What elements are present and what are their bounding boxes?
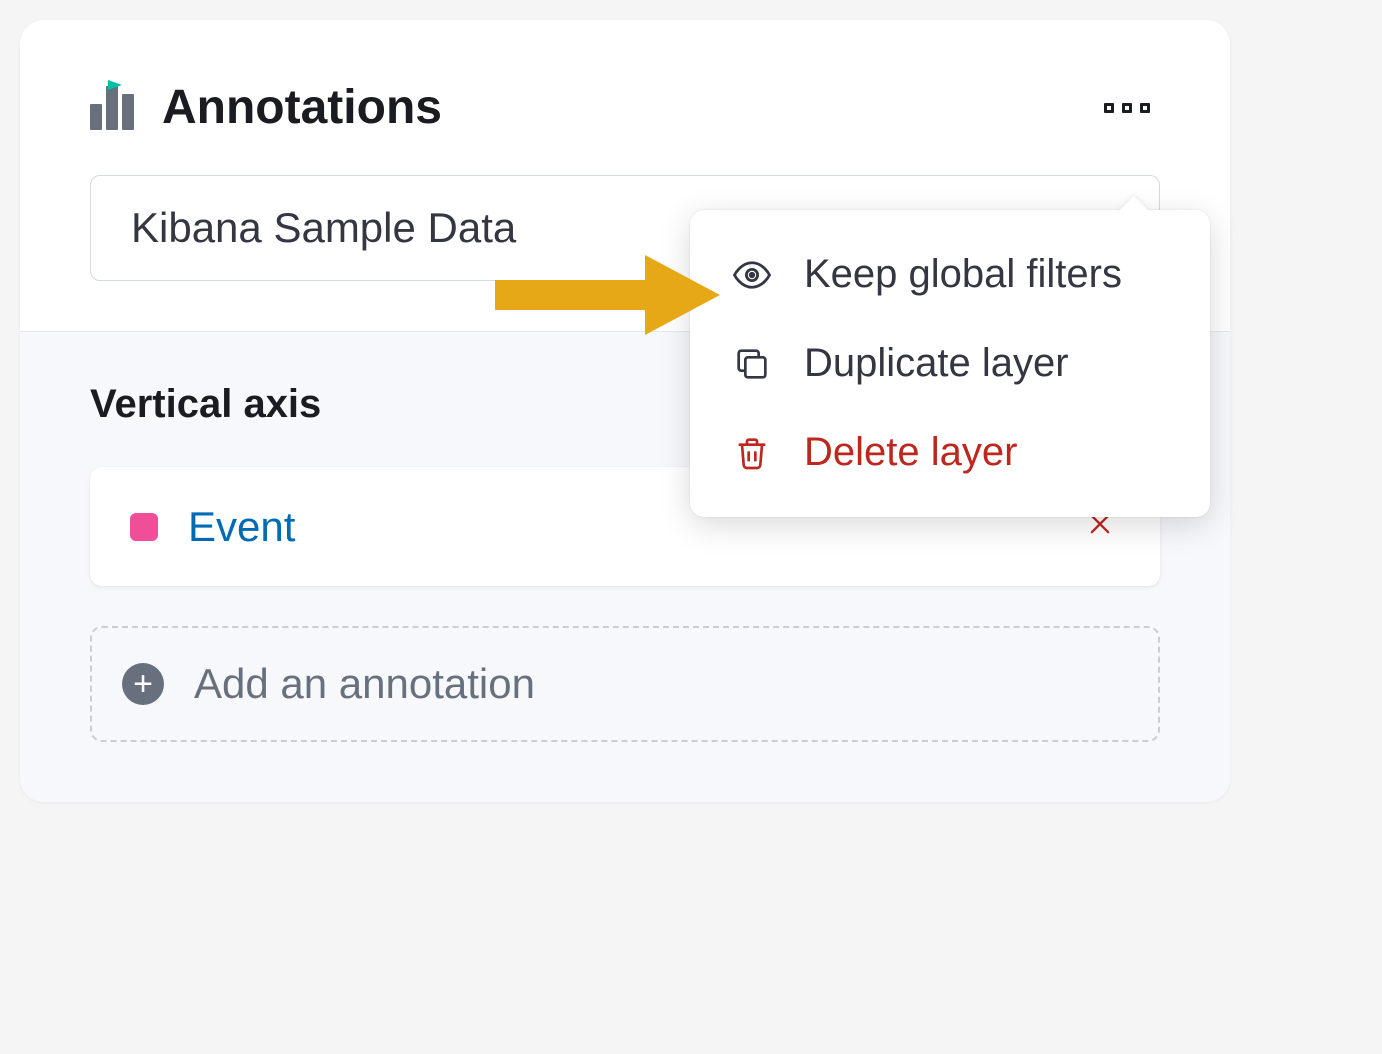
eye-icon	[730, 253, 774, 297]
annotation-color-swatch	[130, 513, 158, 541]
menu-label: Duplicate layer	[804, 341, 1069, 386]
menu-label: Keep global filters	[804, 252, 1122, 297]
trash-icon	[730, 431, 774, 475]
add-annotation-label: Add an annotation	[194, 660, 535, 708]
title-group: Annotations	[90, 80, 442, 135]
annotation-label: Event	[188, 503, 295, 551]
panel-title: Annotations	[162, 80, 442, 135]
annotation-item-left: Event	[130, 503, 295, 551]
layer-actions-button[interactable]	[1094, 93, 1160, 123]
menu-duplicate-layer[interactable]: Duplicate layer	[690, 319, 1210, 408]
copy-icon	[730, 342, 774, 386]
panel-header: Annotations	[20, 20, 1230, 175]
layer-actions-menu: Keep global filters Duplicate layer	[690, 210, 1210, 517]
annotations-chart-icon	[90, 86, 134, 130]
annotations-panel: Annotations Kibana Sample Data Vertical …	[20, 20, 1230, 802]
menu-keep-global-filters[interactable]: Keep global filters	[690, 230, 1210, 319]
menu-delete-layer[interactable]: Delete layer	[690, 408, 1210, 497]
add-annotation-button[interactable]: + Add an annotation	[90, 626, 1160, 742]
plus-icon: +	[122, 663, 164, 705]
menu-label: Delete layer	[804, 430, 1017, 475]
data-source-value: Kibana Sample Data	[131, 204, 516, 251]
